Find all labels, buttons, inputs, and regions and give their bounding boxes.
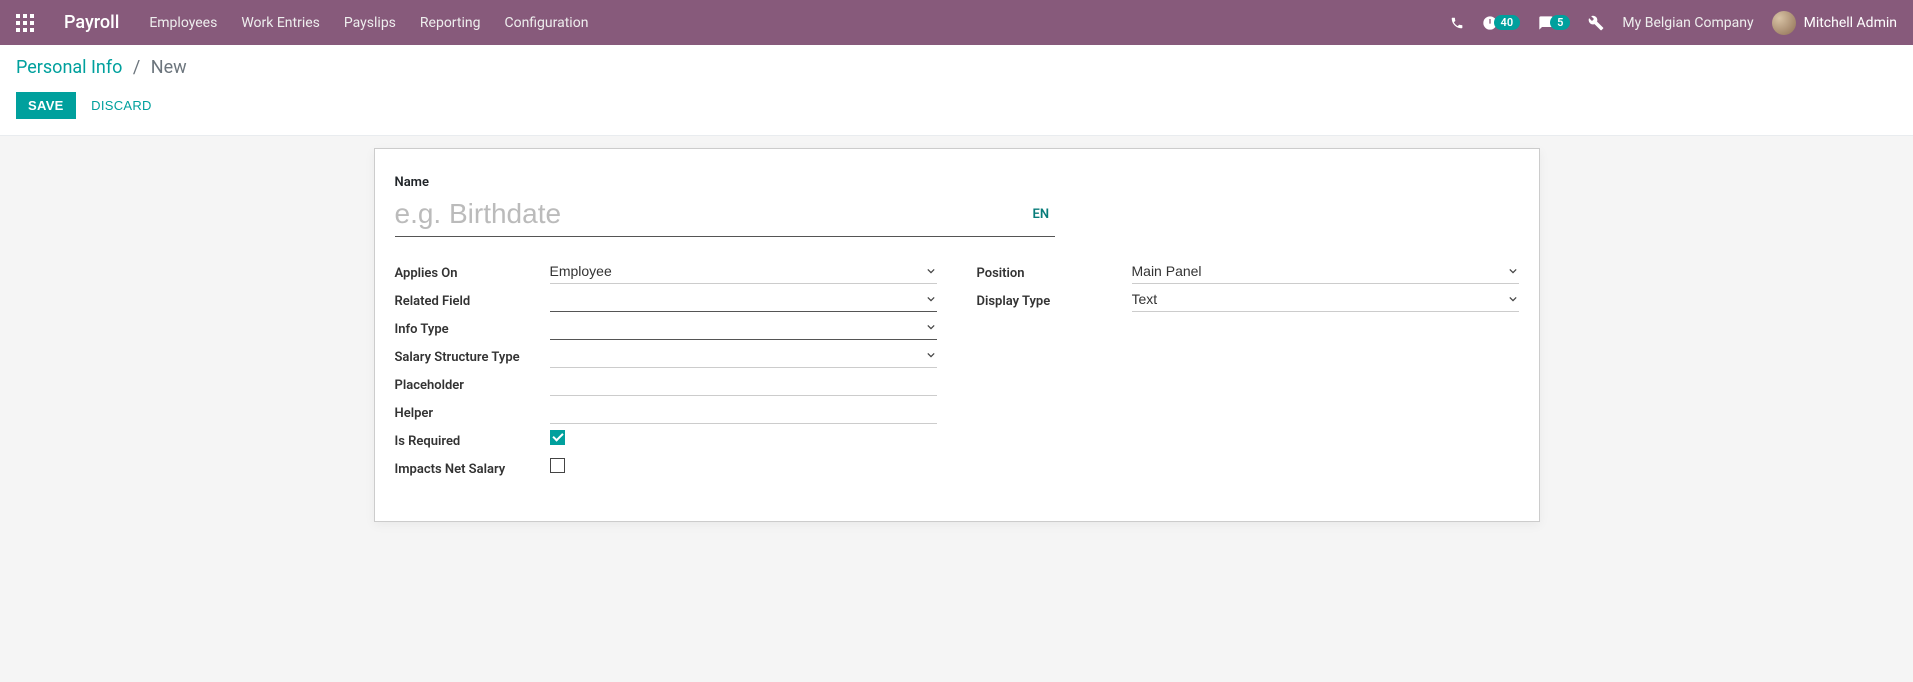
field-related-field[interactable]: [550, 287, 937, 312]
label-applies-on: Applies On: [395, 262, 550, 281]
activities-badge: 40: [1494, 15, 1521, 30]
row-helper: Helper: [395, 397, 937, 425]
breadcrumb-parent[interactable]: Personal Info: [16, 57, 122, 78]
user-menu[interactable]: Mitchell Admin: [1772, 11, 1897, 35]
user-name: Mitchell Admin: [1804, 15, 1897, 31]
menu-reporting[interactable]: Reporting: [420, 15, 481, 31]
label-helper: Helper: [395, 402, 550, 421]
form-grid: Applies On Related Field Info: [395, 257, 1519, 481]
label-salary-struct: Salary Structure Type: [395, 346, 550, 365]
discard-button[interactable]: DISCARD: [79, 92, 164, 119]
action-buttons: SAVE DISCARD: [16, 92, 1897, 119]
row-display-type: Display Type: [977, 285, 1519, 313]
breadcrumb-current: New: [151, 57, 187, 78]
lang-toggle[interactable]: EN: [1033, 207, 1050, 222]
menu-payslips[interactable]: Payslips: [344, 15, 396, 31]
name-input[interactable]: [395, 194, 1055, 237]
row-is-required: Is Required: [395, 425, 937, 453]
main-menu: Employees Work Entries Payslips Reportin…: [149, 15, 1449, 31]
name-group: Name EN: [395, 175, 1519, 237]
field-display-type[interactable]: [1132, 287, 1519, 312]
field-salary-struct[interactable]: [550, 343, 937, 368]
activities-icon[interactable]: 40: [1482, 15, 1521, 31]
field-info-type[interactable]: [550, 315, 937, 340]
label-related-field: Related Field: [395, 290, 550, 309]
menu-configuration[interactable]: Configuration: [504, 15, 588, 31]
menu-employees[interactable]: Employees: [149, 15, 217, 31]
company-name[interactable]: My Belgian Company: [1622, 15, 1753, 31]
apps-icon[interactable]: [16, 14, 34, 32]
discuss-icon[interactable]: 5: [1538, 15, 1570, 31]
field-placeholder[interactable]: [550, 371, 937, 396]
phone-icon[interactable]: [1450, 16, 1464, 30]
name-label: Name: [395, 175, 1519, 190]
breadcrumb-sep: /: [133, 57, 140, 78]
field-applies-on[interactable]: [550, 259, 937, 284]
field-impacts-net[interactable]: [550, 458, 565, 473]
sheet-container: Name EN Applies On Related Field: [0, 136, 1913, 534]
col-right: Position Display Type: [977, 257, 1519, 481]
avatar: [1772, 11, 1796, 35]
label-placeholder: Placeholder: [395, 374, 550, 393]
nav-right: 40 5 My Belgian Company Mitchell Admin: [1450, 11, 1897, 35]
top-navbar: Payroll Employees Work Entries Payslips …: [0, 0, 1913, 45]
label-info-type: Info Type: [395, 318, 550, 337]
field-helper[interactable]: [550, 399, 937, 424]
breadcrumb: Personal Info / New: [16, 57, 1897, 78]
label-display-type: Display Type: [977, 290, 1132, 309]
discuss-badge: 5: [1550, 15, 1570, 30]
field-is-required[interactable]: [550, 430, 565, 445]
menu-work-entries[interactable]: Work Entries: [241, 15, 320, 31]
debug-icon[interactable]: [1588, 15, 1604, 31]
control-panel: Personal Info / New SAVE DISCARD: [0, 45, 1913, 136]
app-brand[interactable]: Payroll: [64, 12, 119, 33]
row-related-field: Related Field: [395, 285, 937, 313]
row-position: Position: [977, 257, 1519, 285]
row-impacts-net: Impacts Net Salary: [395, 453, 937, 481]
row-info-type: Info Type: [395, 313, 937, 341]
label-position: Position: [977, 262, 1132, 281]
label-impacts-net: Impacts Net Salary: [395, 458, 550, 477]
label-is-required: Is Required: [395, 430, 550, 449]
row-salary-struct: Salary Structure Type: [395, 341, 937, 369]
row-applies-on: Applies On: [395, 257, 937, 285]
field-position[interactable]: [1132, 259, 1519, 284]
save-button[interactable]: SAVE: [16, 92, 76, 119]
row-placeholder: Placeholder: [395, 369, 937, 397]
col-left: Applies On Related Field Info: [395, 257, 937, 481]
form-sheet: Name EN Applies On Related Field: [374, 148, 1540, 522]
